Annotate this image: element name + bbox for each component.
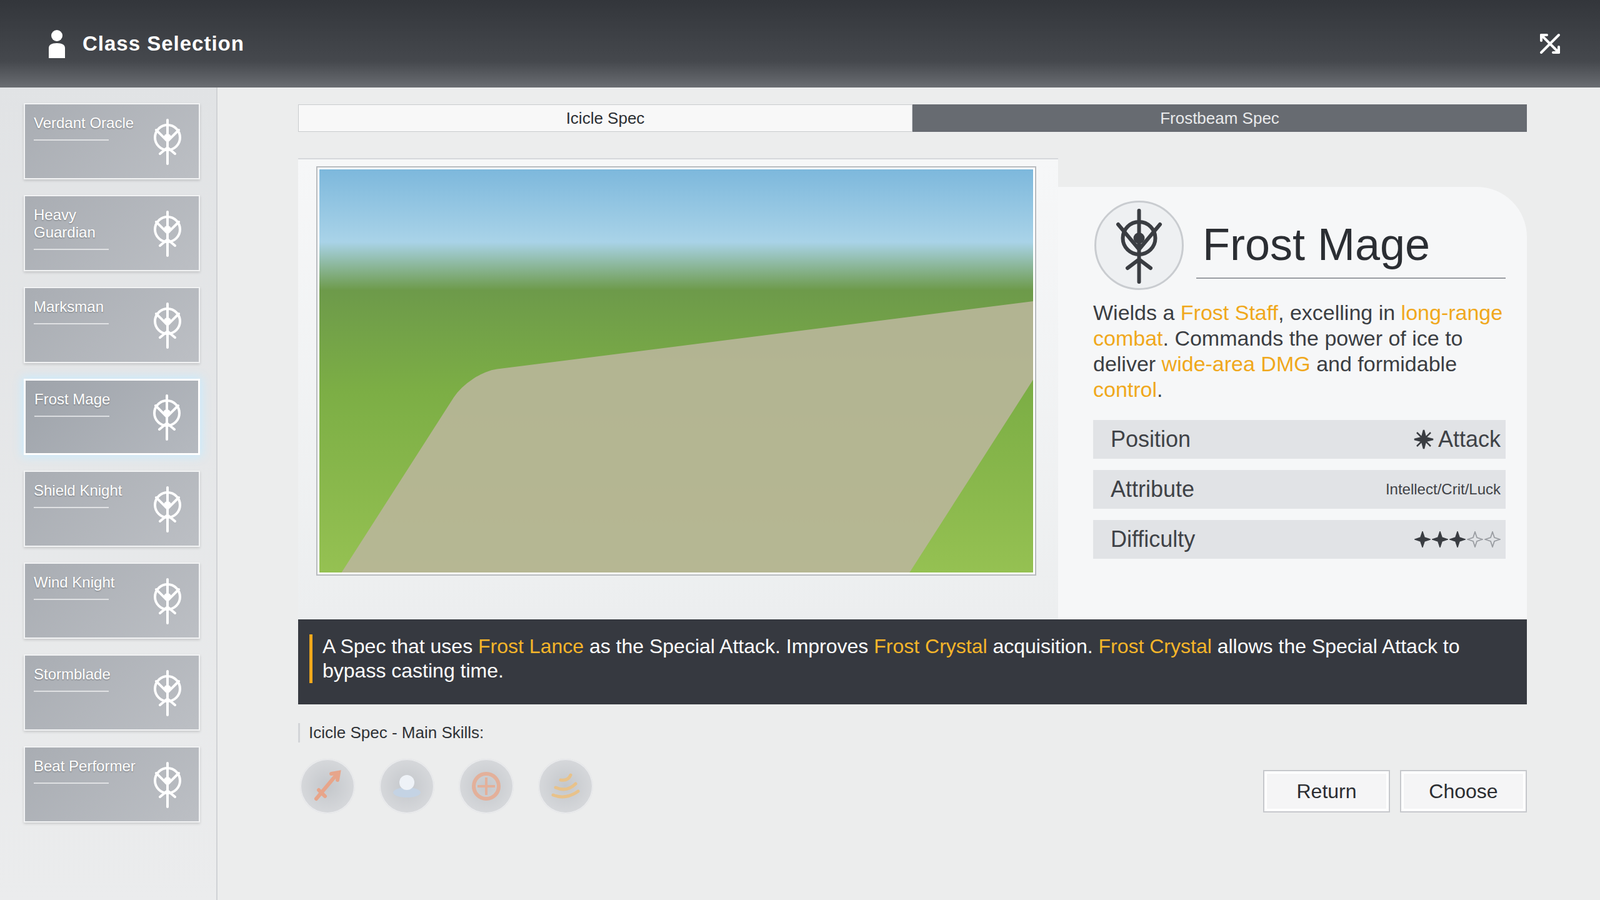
class-name: Frost Mage [34,390,110,409]
class-card[interactable]: Stormblade [23,654,200,731]
class-card-text: Frost Mage [34,385,110,417]
gameplay-preview [317,167,1035,575]
stat-label: Position [1110,426,1191,453]
class-card-text: Beat Performer [33,752,136,784]
class-name: Marksman [33,298,109,316]
class-card[interactable]: Wind Knight [23,562,200,639]
frost-mage-emblem-icon [1093,199,1185,292]
class-card-text: Heavy Guardian [33,201,140,250]
header-title-group: Class Selection [47,29,245,59]
card-divider [33,323,109,325]
card-divider [33,139,109,141]
class-card-text: Marksman [33,293,109,325]
difficulty-stars [1414,531,1501,548]
class-card[interactable]: Beat Performer [23,746,200,823]
star-icon [1466,531,1484,548]
skill-icon[interactable] [300,758,355,814]
person-icon [47,29,67,59]
stat-value: Attack [1413,426,1501,453]
class-emblem-icon [141,391,192,442]
class-card[interactable]: Verdant Oracle [23,103,200,180]
class-card-text: Stormblade [33,660,111,692]
skill-icon[interactable] [458,758,514,814]
preview-area [298,158,1059,620]
class-emblem-icon [142,208,193,259]
class-name: Shield Knight [33,481,122,500]
skill-glyph-icon [538,758,594,814]
stat-label: Attribute [1110,476,1195,503]
skills-section: Icicle Spec - Main Skills: [298,723,594,814]
class-name: Stormblade [33,665,111,684]
class-card[interactable]: Shield Knight [23,470,200,547]
body: Verdant Oracle Heavy Guardian Marksman F… [0,87,1600,900]
showcase: Frost Mage Wields a Frost Staff, excelli… [298,158,1527,620]
spec-tab[interactable]: Frostbeam Spec [912,104,1527,132]
action-buttons: ReturnChoose [1263,770,1527,814]
attack-icon [1413,428,1435,450]
card-divider [33,248,109,250]
class-emblem-icon [142,667,193,718]
class-card-text: Verdant Oracle [33,109,134,141]
class-emblem-icon [142,116,193,167]
class-list: Verdant Oracle Heavy Guardian Marksman F… [0,87,218,900]
card-divider [34,415,110,417]
card-divider [33,506,109,509]
class-emblem-icon [142,759,193,810]
stat-row: Attribute Intellect/Crit/Luck [1093,470,1506,509]
skills-title: Icicle Spec - Main Skills: [298,723,594,743]
class-card-text: Shield Knight [33,476,122,509]
class-card-text: Wind Knight [33,568,115,600]
action-button[interactable]: Return [1263,770,1390,813]
stat-row: Position Attack [1093,420,1506,459]
class-info-card: Frost Mage Wields a Frost Staff, excelli… [1058,186,1527,620]
class-card[interactable]: Marksman [23,286,200,364]
class-name: Beat Performer [33,757,136,775]
stat-row: Difficulty [1093,520,1506,559]
class-name: Verdant Oracle [33,114,134,132]
spec-description: A Spec that uses Frost Lance as the Spec… [309,634,1512,684]
class-title: Frost Mage [1196,212,1506,279]
class-emblem-icon [142,575,193,626]
skill-icon[interactable] [379,758,435,814]
star-icon [1431,531,1449,548]
star-icon [1449,531,1466,548]
card-divider [33,690,109,692]
header-title: Class Selection [82,31,245,56]
stat-label: Difficulty [1110,526,1195,553]
class-card[interactable]: Heavy Guardian [23,195,200,272]
class-name: Wind Knight [33,573,115,592]
class-card[interactable]: Frost Mage [23,378,200,455]
spec-tabs: Icicle SpecFrostbeam Spec [298,104,1527,132]
skill-list [298,758,594,814]
stat-value: Intellect/Crit/Luck [1385,480,1501,499]
skill-glyph-icon [379,758,435,814]
action-button[interactable]: Choose [1400,770,1527,813]
class-stats: Position Attack Attribute Intellect/Crit/… [1093,420,1506,559]
class-name: Heavy Guardian [33,206,140,242]
class-emblem-icon [142,300,193,350]
class-info-header: Frost Mage [1093,199,1506,292]
star-icon [1484,531,1501,548]
card-divider [33,782,109,784]
spec-description-bar: A Spec that uses Frost Lance as the Spec… [298,619,1527,705]
class-description: Wields a Frost Staff, excelling in long-… [1093,300,1506,403]
preview-road [317,294,1035,575]
close-icon[interactable] [1537,31,1563,57]
card-divider [33,598,109,600]
spec-tab[interactable]: Icicle Spec [298,104,913,132]
class-detail: Icicle SpecFrostbeam Spec Frost Mage Wie… [217,87,1600,900]
bottom-row: Icicle Spec - Main Skills: ReturnChoose [298,723,1527,814]
star-icon [1414,531,1431,548]
header: Class Selection [0,0,1600,88]
class-selection-screen: Class Selection Verdant Oracle Heavy Gua… [0,0,1600,900]
skill-glyph-icon [300,758,355,814]
skill-glyph-icon [458,758,514,814]
skill-icon[interactable] [538,758,594,814]
class-emblem-icon [142,483,193,534]
